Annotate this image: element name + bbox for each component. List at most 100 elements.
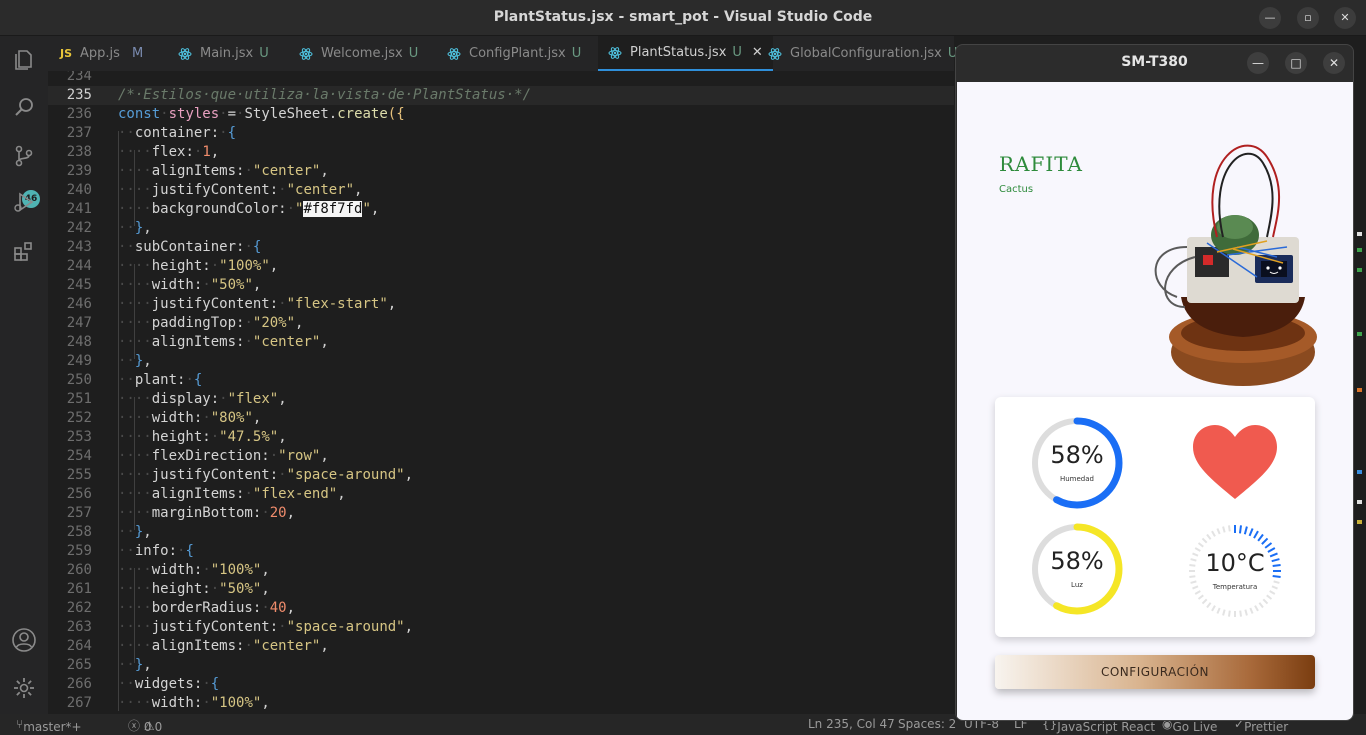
humidity-label: Humedad xyxy=(1059,475,1094,483)
tab-configplant-jsx[interactable]: ConfigPlant.jsx U xyxy=(447,36,581,71)
problems-indicator[interactable]: ⓧ 0 ⚠ 0 xyxy=(128,717,162,734)
maximize-button[interactable]: ▫ xyxy=(1297,7,1319,29)
temperature-tick xyxy=(1261,537,1269,545)
light-gauge: 58% Luz xyxy=(1029,521,1125,617)
temperature-tick xyxy=(1266,594,1273,600)
explorer-icon[interactable] xyxy=(8,44,40,76)
tab-close-icon[interactable]: ✕ xyxy=(752,45,763,60)
minimize-button[interactable]: — xyxy=(1259,7,1281,29)
react-icon xyxy=(608,46,622,59)
tab-status: U xyxy=(259,46,269,61)
code-line: 265 ··}, xyxy=(66,657,152,673)
plant-pot-image xyxy=(1154,144,1317,386)
settings-gear-icon[interactable] xyxy=(8,672,40,704)
temperature-tick xyxy=(1243,526,1248,535)
scrollbar-mark xyxy=(1357,500,1362,504)
tab-app-js[interactable]: JS App.js M xyxy=(60,36,143,71)
code-line: 258 ··}, xyxy=(66,524,152,540)
code-line: 248 ····alignItems:·"center", xyxy=(66,334,329,350)
scrollbar-mark xyxy=(1357,520,1362,524)
tab-status: U xyxy=(408,46,419,61)
code-line: 266 ··widgets:·{ xyxy=(66,676,220,692)
temperature-tick xyxy=(1248,528,1254,537)
temperature-tick xyxy=(1238,525,1242,534)
temperature-gauge: 10°C Temperatura xyxy=(1185,521,1285,621)
code-line: 249 ··}, xyxy=(66,353,152,369)
temperature-tick xyxy=(1201,598,1208,605)
title-bar: PlantStatus.jsx - smart_pot - Visual Stu… xyxy=(0,0,1366,36)
tab-label: Main.jsx xyxy=(200,46,254,61)
temperature-tick xyxy=(1194,590,1201,595)
temperature-label: Temperatura xyxy=(1212,583,1258,591)
configuration-button[interactable]: CONFIGURACIÓN xyxy=(995,655,1315,689)
tab-label: ConfigPlant.jsx xyxy=(469,46,566,61)
scrollbar-mark xyxy=(1357,388,1362,392)
temperature-tick xyxy=(1228,610,1231,617)
emulator-window: SM-T380 — □ ✕ RAFITA Cactus 58% Humedad … xyxy=(955,44,1354,721)
code-line: 252 ····width:·"80%", xyxy=(66,410,262,426)
code-line: 255 ····justifyContent:·"space-around", xyxy=(66,467,414,483)
code-line: 253 ····height:·"47.5%", xyxy=(66,429,287,445)
temperature-value: 10°C xyxy=(1205,549,1265,577)
temperature-tick xyxy=(1228,525,1231,532)
indentation[interactable]: Spaces: 2 xyxy=(898,717,956,731)
temperature-tick xyxy=(1216,528,1221,535)
react-icon xyxy=(178,47,192,60)
temperature-tick xyxy=(1253,530,1259,539)
code-line: 264 ····alignItems:·"center", xyxy=(66,638,329,654)
temperature-tick xyxy=(1264,542,1273,549)
temperature-tick xyxy=(1206,533,1212,540)
scrollbar-mark xyxy=(1357,232,1362,236)
tab-label: PlantStatus.jsx xyxy=(630,45,727,60)
run-debug-icon[interactable] xyxy=(8,186,40,218)
code-line: 236 const·styles·=·StyleSheet.create({ xyxy=(66,106,405,122)
tab-status: U xyxy=(571,46,582,61)
temperature-tick xyxy=(1244,609,1248,616)
close-button[interactable]: ✕ xyxy=(1334,7,1356,29)
branch-indicator[interactable]: ⑂ master*+ xyxy=(16,717,82,734)
temperature-tick xyxy=(1206,602,1212,609)
code-line: 243 ··subContainer:·{ xyxy=(66,239,262,255)
emulator-maximize-button[interactable]: □ xyxy=(1285,52,1307,74)
code-editor[interactable]: 234 235/*·Estilos·que·utiliza·la·vista·d… xyxy=(48,71,954,714)
temperature-tick xyxy=(1216,607,1221,614)
light-label: Luz xyxy=(1071,581,1083,589)
temperature-tick xyxy=(1258,602,1264,609)
tab-globalconfiguration-jsx[interactable]: GlobalConfiguration.jsx U xyxy=(768,36,957,71)
code-line: 261 ····height:·"50%", xyxy=(66,581,270,597)
cursor-position[interactable]: Ln 235, Col 47 xyxy=(808,717,895,731)
code-line: 257 ····marginBottom:·20, xyxy=(66,505,296,521)
code-line: 246 ····justifyContent:·"flex-start", xyxy=(66,296,397,312)
code-line: 259 ··info:·{ xyxy=(66,543,194,559)
tab-welcome-jsx[interactable]: Welcome.jsx U xyxy=(299,36,418,71)
tab-label: GlobalConfiguration.jsx xyxy=(790,46,942,61)
code-line: 267 ····width:·"100%", xyxy=(66,695,270,711)
emulator-minimize-button[interactable]: — xyxy=(1247,52,1269,74)
plant-name: RAFITA xyxy=(999,152,1083,176)
extensions-icon[interactable] xyxy=(8,235,40,267)
scrollbar-mark xyxy=(1357,470,1362,474)
sensor-widgets-card: 58% Humedad 58% Luz 10°C Temperatura xyxy=(995,397,1315,637)
tab-plantstatus-jsx[interactable]: PlantStatus.jsx U ✕ xyxy=(598,36,773,71)
tab-main-jsx[interactable]: Main.jsx U xyxy=(178,36,269,71)
account-icon[interactable] xyxy=(8,624,40,656)
search-icon[interactable] xyxy=(8,91,40,123)
scrollbar-mark xyxy=(1357,268,1362,272)
temperature-tick xyxy=(1269,590,1276,595)
temperature-tick xyxy=(1239,610,1242,617)
temperature-tick xyxy=(1201,537,1208,544)
emulator-close-button[interactable]: ✕ xyxy=(1323,52,1345,74)
humidity-gauge: 58% Humedad xyxy=(1029,415,1125,511)
code-line: 251 ····display:·"flex", xyxy=(66,391,287,407)
tab-label: Welcome.jsx xyxy=(321,46,403,61)
code-line: 260 ····width:·"100%", xyxy=(66,562,270,578)
window-title: PlantStatus.jsx - smart_pot - Visual Stu… xyxy=(493,9,873,25)
activity-bar: 46 xyxy=(0,36,48,714)
temperature-tick xyxy=(1211,530,1216,537)
source-control-icon[interactable] xyxy=(8,140,40,172)
temperature-tick xyxy=(1211,605,1216,612)
code-line: 237 ··container:·{ xyxy=(66,125,237,141)
code-line: 235/*·Estilos·que·utiliza·la·vista·de·Pl… xyxy=(48,86,954,105)
scrollbar-mark xyxy=(1357,332,1362,336)
highlighted-color-value: #f8f7fd xyxy=(303,201,363,217)
